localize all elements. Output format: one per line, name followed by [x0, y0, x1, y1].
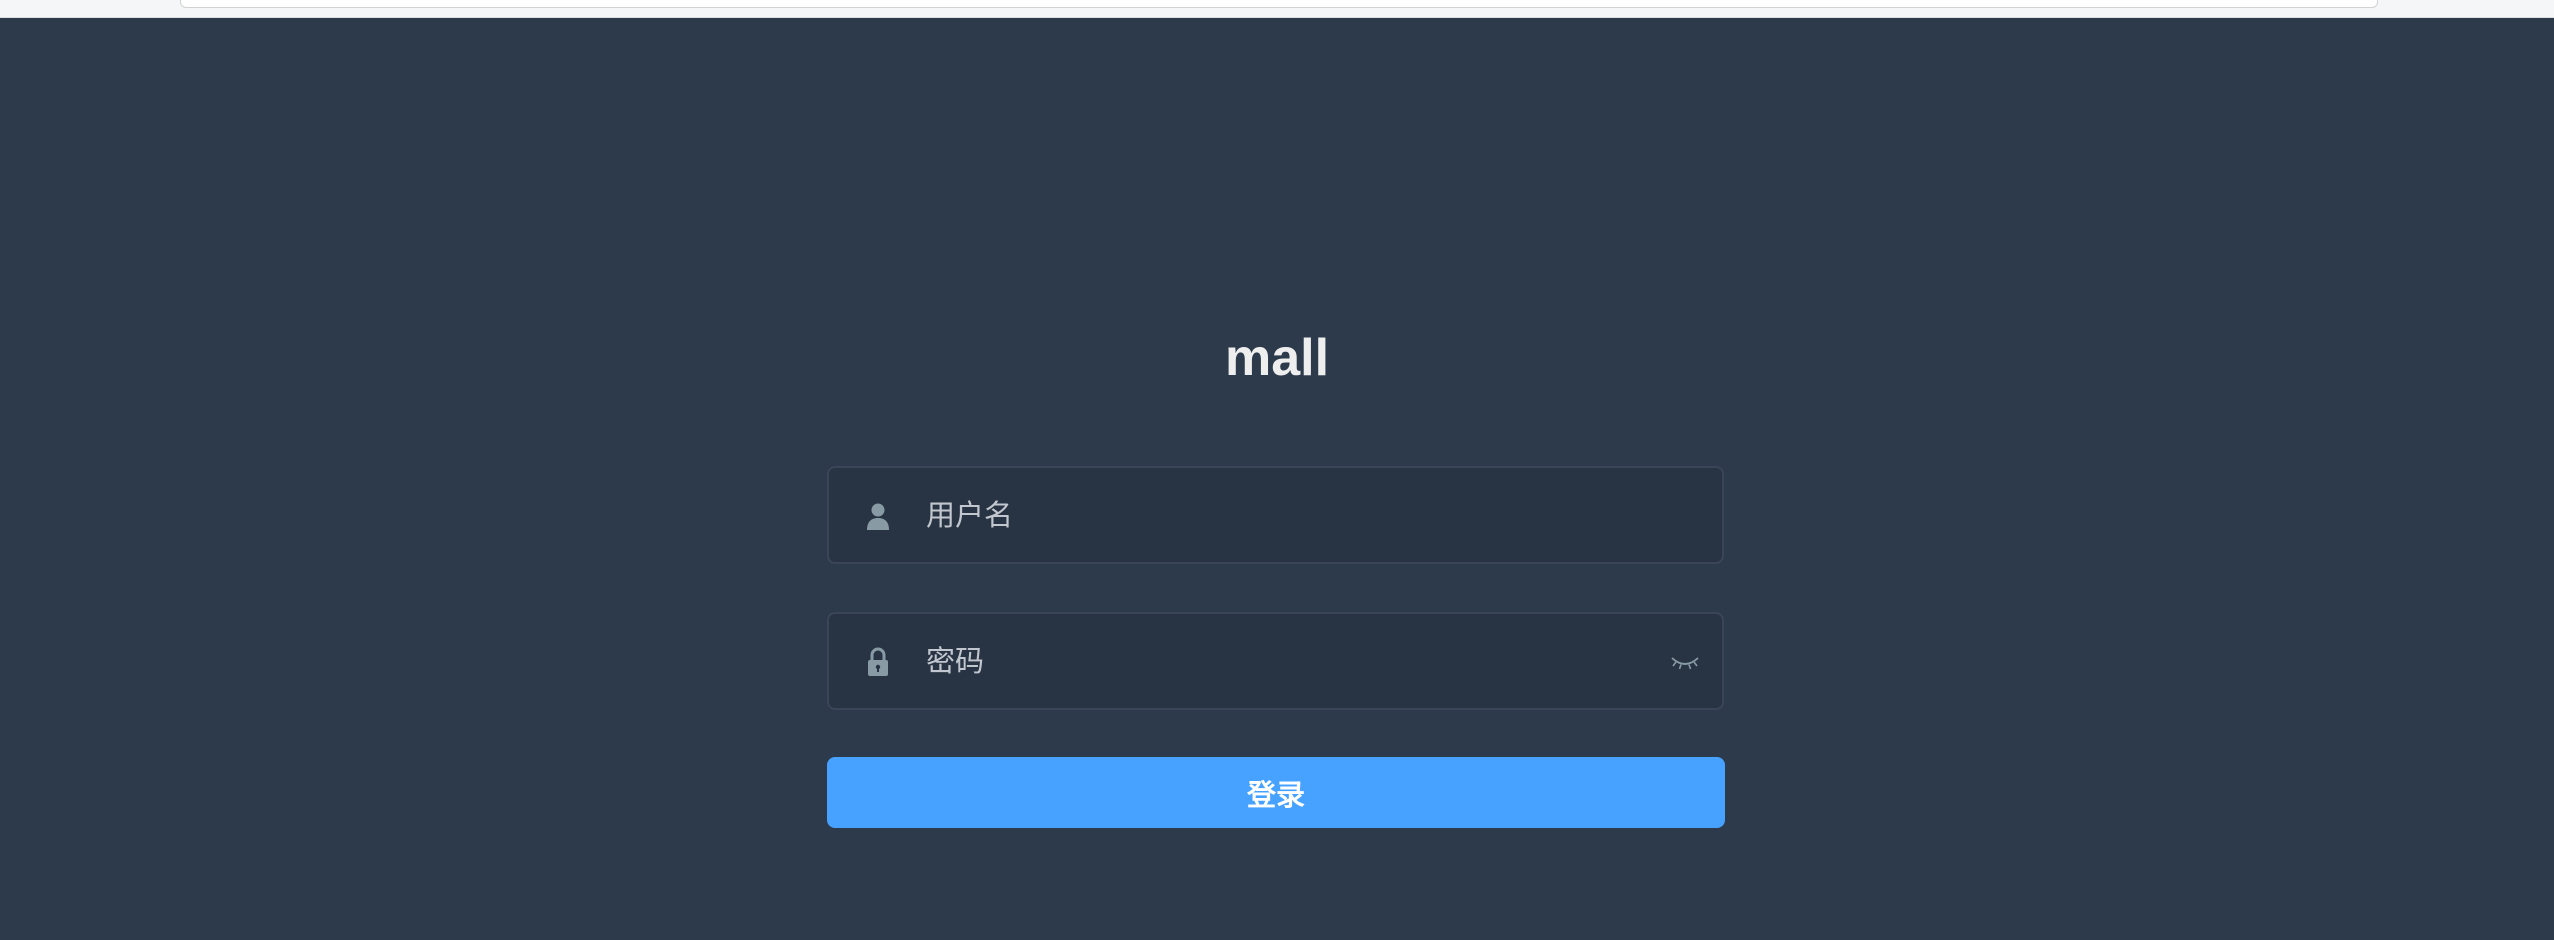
browser-top-bar: [0, 0, 2554, 18]
lock-icon: [861, 645, 895, 679]
password-input[interactable]: [926, 614, 1626, 708]
page-title: mall: [1224, 329, 1330, 387]
user-icon: [861, 499, 895, 533]
eye-closed-icon[interactable]: [1668, 650, 1702, 674]
login-button[interactable]: 登录: [827, 757, 1725, 828]
password-field[interactable]: [827, 612, 1724, 710]
address-bar[interactable]: [180, 0, 2378, 8]
username-input[interactable]: [926, 468, 1626, 562]
username-field[interactable]: [827, 466, 1724, 564]
